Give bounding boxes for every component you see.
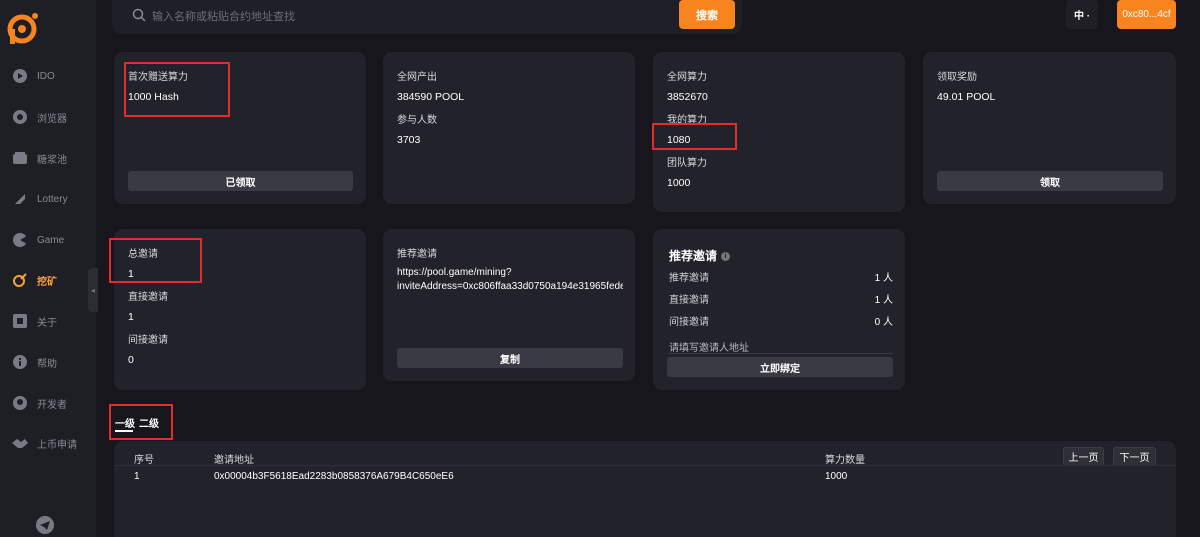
help-icon <box>11 353 29 371</box>
ref-row-label: 间接邀请 <box>669 317 709 328</box>
sidebar-item-label: Game <box>37 234 65 246</box>
team-hash-value: 1000 <box>667 177 691 189</box>
sidebar-item-label: 糖浆池 <box>37 154 67 166</box>
sidebar-item-label: IDO <box>37 70 55 82</box>
wallet-icon <box>11 149 29 167</box>
direct-invites-label: 直接邀请 <box>128 292 168 303</box>
sidebar-item-label: Lottery <box>37 193 68 205</box>
telegram-icon[interactable] <box>36 516 54 534</box>
sidebar: IDO 浏览器 糖浆池 Lottery Game 挖矿 关于 帮助 开发者 上币… <box>0 0 96 537</box>
participants-label: 参与人数 <box>397 115 437 126</box>
highlight-box <box>124 62 230 117</box>
handshake-icon <box>11 434 29 452</box>
table-cell-hash: 1000 <box>825 471 848 482</box>
input-underline <box>669 353 893 354</box>
participants-value: 3703 <box>397 134 421 146</box>
sidebar-item-browser[interactable]: 浏览器 <box>0 100 96 134</box>
ref-row-label: 直接邀请 <box>669 295 709 306</box>
sidebar-item-label: 挖矿 <box>37 276 57 288</box>
wallet-address-button[interactable]: 0xc80...4cf <box>1117 0 1176 29</box>
network-output-label: 全网产出 <box>397 72 437 83</box>
search-bar[interactable]: 输入名称或粘贴合约地址查找 <box>112 0 742 34</box>
referral-link-line2: inviteAddress=0xc806ffaa33d0750a194e3196… <box>397 281 623 292</box>
network-hash-value: 3852670 <box>667 91 708 103</box>
inviter-address-input[interactable]: 请填写邀请人地址 <box>669 339 749 354</box>
ref-row-value: 1 人 <box>874 273 893 284</box>
sidebar-item-label: 开发者 <box>37 399 67 411</box>
team-hash-label: 团队算力 <box>667 158 707 169</box>
network-output-card: 全网产出 384590 POOL 参与人数 3703 <box>383 52 635 204</box>
referral-link-line1: https://pool.game/mining? <box>397 267 512 278</box>
claimed-button[interactable]: 已领取 <box>128 171 353 191</box>
highlight-box <box>652 123 737 150</box>
sidebar-item-game[interactable]: Game <box>0 223 96 257</box>
table-cell-address: 0x00004b3F5618Ead2283b0858376A679B4C650e… <box>214 471 454 482</box>
referral-link-card: 推荐邀请 https://pool.game/mining? inviteAdd… <box>383 229 635 381</box>
ido-icon <box>11 67 29 85</box>
referral-summary-title: 推荐邀请 i <box>669 247 731 264</box>
referral-link-label: 推荐邀请 <box>397 249 437 260</box>
search-button[interactable]: 搜索 <box>679 0 735 29</box>
sidebar-item-label: 浏览器 <box>37 113 67 125</box>
highlight-box <box>109 238 202 283</box>
header-divider <box>114 465 1176 466</box>
sidebar-item-ido[interactable]: IDO <box>0 59 96 93</box>
mining-icon <box>11 271 29 289</box>
github-icon <box>11 394 29 412</box>
sidebar-item-syrup-pool[interactable]: 糖浆池 <box>0 141 96 175</box>
sidebar-item-label: 关于 <box>37 317 57 329</box>
sidebar-item-help[interactable]: 帮助 <box>0 345 96 379</box>
reward-label: 领取奖励 <box>937 72 977 83</box>
ref-row-value: 0 人 <box>874 317 893 328</box>
network-output-value: 384590 POOL <box>397 91 465 103</box>
copy-button[interactable]: 复制 <box>397 348 623 368</box>
sidebar-item-label: 上币申请 <box>37 439 77 451</box>
claim-button[interactable]: 领取 <box>937 171 1163 191</box>
sidebar-item-about[interactable]: 关于 <box>0 304 96 338</box>
table-cell-index: 1 <box>134 471 140 482</box>
highlight-box <box>109 404 173 440</box>
sidebar-item-listing[interactable]: 上币申请 <box>0 426 96 460</box>
search-icon <box>132 8 146 22</box>
network-hash-label: 全网算力 <box>667 72 707 83</box>
logo[interactable] <box>4 10 40 46</box>
sidebar-item-mining[interactable]: 挖矿 <box>0 263 96 297</box>
sidebar-item-developer[interactable]: 开发者 <box>0 386 96 420</box>
column-header-index: 序号 <box>134 455 154 466</box>
sidebar-collapse-toggle[interactable]: ◂ <box>88 268 98 312</box>
column-header-address: 邀请地址 <box>214 455 254 466</box>
invite-table: 序号 邀请地址 算力数量 上一页 下一页 1 0x00004b3F5618Ead… <box>114 441 1176 537</box>
search-input[interactable]: 输入名称或粘贴合约地址查找 <box>152 8 295 24</box>
ref-row-value: 1 人 <box>874 295 893 306</box>
about-icon <box>11 312 29 330</box>
language-selector[interactable]: 中 · <box>1066 0 1098 29</box>
reward-value: 49.01 POOL <box>937 91 996 103</box>
prev-page-button[interactable]: 上一页 <box>1063 447 1104 466</box>
next-page-button[interactable]: 下一页 <box>1113 447 1156 466</box>
bind-now-button[interactable]: 立即绑定 <box>667 357 893 377</box>
gamepad-icon <box>11 231 29 249</box>
direct-invites-value: 1 <box>128 311 134 323</box>
indirect-invites-value: 0 <box>128 354 134 366</box>
column-header-hash: 算力数量 <box>825 455 865 466</box>
referral-summary-card: 推荐邀请 i 推荐邀请 1 人 直接邀请 1 人 间接邀请 0 人 请填写邀请人地… <box>653 229 905 390</box>
indirect-invites-label: 间接邀请 <box>128 335 168 346</box>
info-icon[interactable]: i <box>721 252 731 262</box>
lottery-icon <box>11 190 29 208</box>
sidebar-item-lottery[interactable]: Lottery <box>0 182 96 216</box>
reward-card: 领取奖励 49.01 POOL 领取 <box>923 52 1176 204</box>
ref-row-label: 推荐邀请 <box>669 273 709 284</box>
browser-icon <box>11 108 29 126</box>
sidebar-item-label: 帮助 <box>37 358 57 370</box>
